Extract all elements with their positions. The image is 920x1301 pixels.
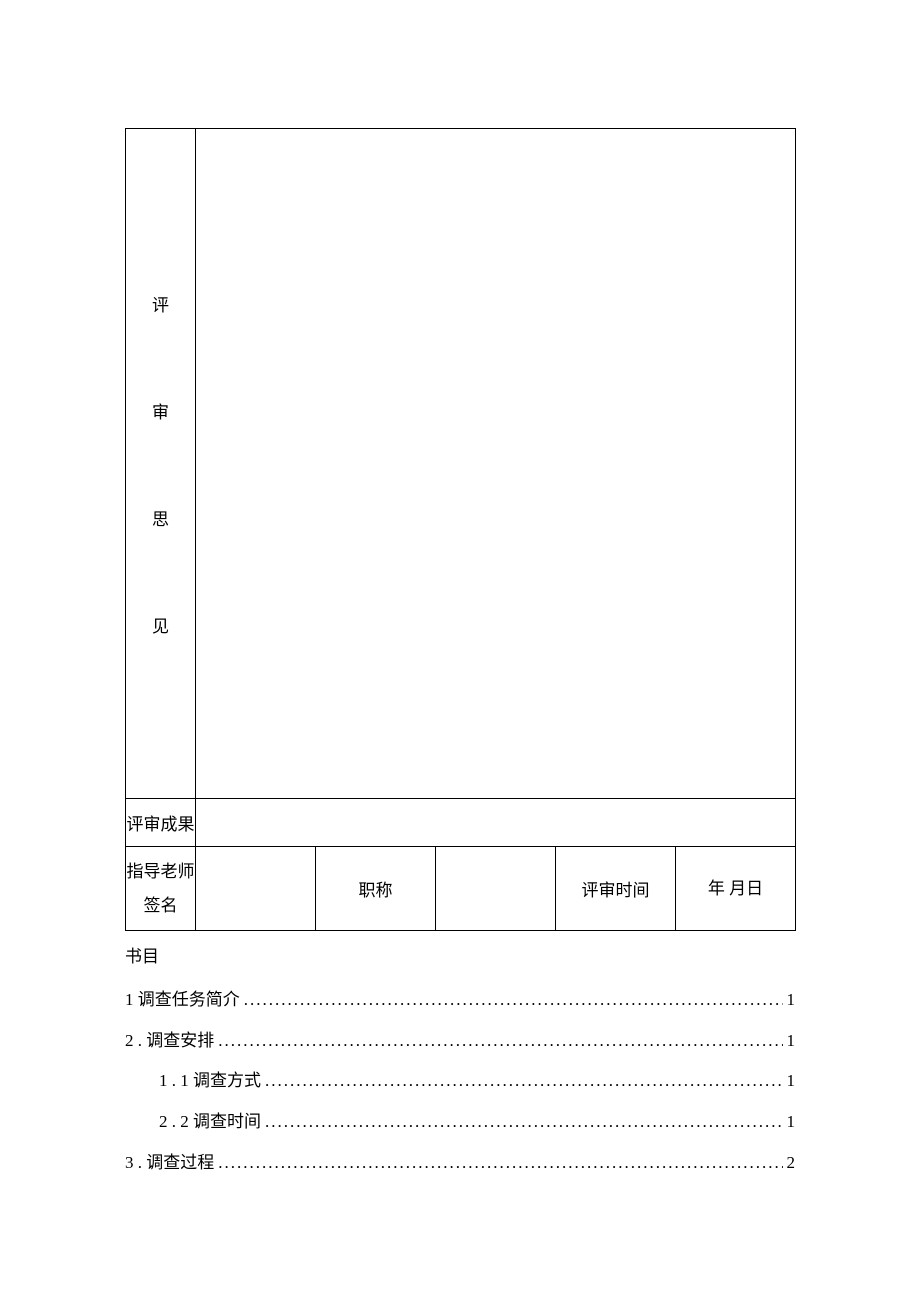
- title-value: [436, 847, 556, 931]
- toc-item: 2 . 2 调查时间 1: [125, 1102, 795, 1143]
- toc-dots: [265, 1061, 783, 1102]
- review-time-value: 年 月日: [676, 847, 796, 931]
- toc-dots: [265, 1102, 783, 1143]
- review-opinion-label: 评 审 思 见: [126, 129, 195, 798]
- review-opinion-label-cell: 评 审 思 见: [126, 129, 196, 799]
- toc-title: 书目: [125, 937, 795, 978]
- text: 指导老师签名: [127, 862, 195, 915]
- char: 审: [152, 398, 169, 423]
- toc-item-page: 2: [787, 1143, 796, 1184]
- document-page: 评 审 思 见 评审成果 指导老师签名 职称 评审时间: [125, 128, 795, 1184]
- char: 思: [152, 505, 169, 530]
- toc-item: 1 调查任务简介 1: [125, 980, 795, 1021]
- toc-item: 2 . 调查安排 1: [125, 1021, 795, 1062]
- review-result-value: [196, 799, 796, 847]
- text: 年 月日: [708, 879, 763, 898]
- toc-item: 1 . 1 调查方式 1: [125, 1061, 795, 1102]
- char: 见: [152, 612, 169, 637]
- title-label: 职称: [316, 847, 436, 931]
- toc-item-page: 1: [787, 1061, 796, 1102]
- toc-item-label: 2 . 2 调查时间: [159, 1102, 261, 1143]
- toc-dots: [218, 1143, 782, 1184]
- toc-item-page: 1: [787, 980, 796, 1021]
- toc-dots: [218, 1021, 782, 1062]
- toc-dots: [244, 980, 783, 1021]
- advisor-sign-label: 指导老师签名: [126, 847, 196, 931]
- advisor-sign-value: [196, 847, 316, 931]
- toc-item-page: 1: [787, 1102, 796, 1143]
- toc-item-page: 1: [787, 1021, 796, 1062]
- toc-item-label: 2 . 调查安排: [125, 1021, 214, 1062]
- toc-item-label: 3 . 调查过程: [125, 1143, 214, 1184]
- review-time-label: 评审时间: [556, 847, 676, 931]
- review-result-label: 评审成果: [126, 799, 196, 847]
- review-form-table: 评 审 思 见 评审成果 指导老师签名 职称 评审时间: [125, 128, 796, 931]
- table-of-contents: 书目 1 调查任务简介 1 2 . 调查安排 1 1 . 1 调查方式 1 2 …: [125, 937, 795, 1184]
- toc-item-label: 1 调查任务简介: [125, 980, 240, 1021]
- toc-item-label: 1 . 1 调查方式: [159, 1061, 261, 1102]
- toc-item: 3 . 调查过程 2: [125, 1143, 795, 1184]
- char: 评: [152, 291, 169, 316]
- review-opinion-content: [196, 129, 796, 799]
